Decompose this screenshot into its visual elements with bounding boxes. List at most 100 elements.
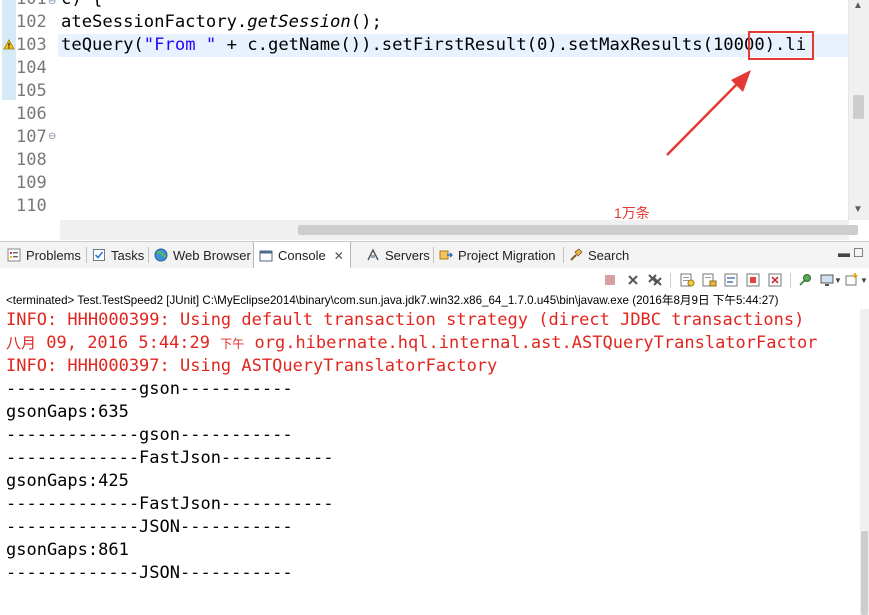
console-line: INFO: HHH000399: Using default transacti… <box>6 310 805 330</box>
string-literal: "From " <box>143 35 217 55</box>
tab-web-browser[interactable]: Web Browser <box>149 242 252 268</box>
toolbar-divider <box>670 273 671 288</box>
remove-all-terminated-button[interactable] <box>646 271 664 289</box>
highlight-box <box>748 31 814 60</box>
word-wrap-button[interactable] <box>722 271 740 289</box>
line-number: 104 <box>16 58 47 78</box>
code-line-103-current[interactable]: teQuery("From " + c.getName()).setFirstR… <box>58 34 849 57</box>
console-vertical-scrollbar[interactable] <box>860 309 869 615</box>
line-number: 101 <box>16 0 52 11</box>
code-editor[interactable]: 101 102 103 104 105 106 107 108 109 110 … <box>0 0 869 240</box>
code-text: ateSessionFactory. <box>61 12 248 32</box>
console-text: 下午 <box>220 337 245 351</box>
chevron-down-icon[interactable]: ▼ <box>834 276 842 285</box>
search-icon <box>568 247 584 263</box>
code-text: teQuery( <box>61 35 144 55</box>
scrollbar-thumb[interactable] <box>298 225 858 235</box>
console-line: gsonGaps:635 <box>6 402 129 422</box>
console-output[interactable]: INFO: HHH000399: Using default transacti… <box>0 309 860 615</box>
line-number: 110 <box>16 196 47 216</box>
minimize-view-icon[interactable]: ▬ <box>838 246 850 260</box>
word-wrap-icon <box>724 273 738 287</box>
line-number: 107 <box>16 127 47 147</box>
console-text: 09, 2016 5:44:29 <box>36 333 221 353</box>
console-line: 八月 09, 2016 5:44:29 下午 org.hibernate.hql… <box>6 332 817 355</box>
console-toolbar: ▼ ▼ <box>0 268 869 292</box>
code-line-101[interactable]: c) { <box>61 0 849 11</box>
maximize-view-icon[interactable]: ☐ <box>853 246 864 260</box>
code-line-102[interactable]: ateSessionFactory.getSession(); <box>61 11 849 34</box>
console-line: gsonGaps:861 <box>6 540 129 560</box>
line-number: 103 <box>16 35 47 55</box>
console-line: -------------gson----------- <box>6 379 293 399</box>
globe-icon <box>153 247 169 263</box>
toolbar-divider <box>790 273 791 288</box>
monitor-icon <box>820 274 834 286</box>
console-line: -------------gson----------- <box>6 425 293 445</box>
remove-all-icon <box>648 274 662 286</box>
editor-horizontal-scrollbar[interactable] <box>60 220 858 240</box>
problems-icon <box>6 247 22 263</box>
console-line: -------------FastJson----------- <box>6 494 334 514</box>
close-icon[interactable]: ✕ <box>334 249 344 263</box>
console-text: org.hibernate.hql.internal.ast.ASTQueryT… <box>244 333 818 353</box>
tab-project-migration[interactable]: Project Migration <box>434 242 562 268</box>
code-text: + c.getName()).setFirstResult(0).setMaxR… <box>216 35 713 55</box>
scrollbar-thumb[interactable] <box>853 95 864 119</box>
tasks-icon <box>91 247 107 263</box>
open-console-button[interactable] <box>843 271 861 289</box>
tab-label: Web Browser <box>173 247 251 263</box>
new-console-icon <box>845 273 858 286</box>
fold-toggle-icon[interactable]: ⊖ <box>48 131 56 142</box>
console-line: -------------JSON----------- <box>6 517 293 537</box>
console-icon <box>258 248 274 264</box>
console-line: gsonGaps:425 <box>6 471 129 491</box>
tab-servers[interactable]: Servers <box>361 242 431 268</box>
warning-marker-icon[interactable] <box>3 39 15 51</box>
show-console-on-error-button[interactable] <box>766 271 784 289</box>
migration-icon <box>438 247 454 263</box>
scroll-lock-icon <box>702 273 717 287</box>
scroll-lock-button[interactable] <box>700 271 718 289</box>
remove-icon <box>628 275 638 285</box>
fold-toggle-icon[interactable]: ⊖ <box>48 0 56 7</box>
show-console-on-output-button[interactable] <box>744 271 762 289</box>
line-number: 106 <box>16 104 47 124</box>
stop-icon <box>605 275 615 285</box>
pin-output-icon <box>746 273 760 287</box>
pin-error-icon <box>768 273 782 287</box>
line-number: 102 <box>16 12 47 32</box>
pin-console-button[interactable] <box>796 271 814 289</box>
console-line: -------------FastJson----------- <box>6 448 334 468</box>
chevron-down-icon[interactable]: ▼ <box>860 276 868 285</box>
method-name: getSession <box>247 12 351 32</box>
tab-label: Problems <box>26 247 81 263</box>
tab-search[interactable]: Search <box>564 242 630 268</box>
terminate-button[interactable] <box>601 271 619 289</box>
console-text: 八月 <box>6 334 37 352</box>
scrollbar-thumb[interactable] <box>861 531 868 615</box>
tab-tasks[interactable]: Tasks <box>87 242 147 268</box>
line-number: 109 <box>16 173 47 193</box>
clear-console-button[interactable] <box>678 271 696 289</box>
tab-label: Project Migration <box>458 247 556 263</box>
views-tab-bar: Problems Tasks Web Browser Console ✕ Ser… <box>0 241 869 269</box>
tab-problems[interactable]: Problems <box>2 242 84 268</box>
tab-label: Tasks <box>111 247 145 263</box>
editor-vertical-scrollbar[interactable]: ▲ ▼ <box>848 0 869 220</box>
servers-icon <box>365 247 381 263</box>
console-line: INFO: HHH000397: Using ASTQueryTranslato… <box>6 356 498 376</box>
clear-icon <box>680 273 695 287</box>
tab-label: Servers <box>385 247 430 263</box>
scroll-down-icon[interactable]: ▼ <box>853 204 863 215</box>
pin-icon <box>799 274 811 286</box>
tab-console[interactable]: Console ✕ <box>253 242 351 269</box>
line-number: 108 <box>16 150 47 170</box>
remove-launch-button[interactable] <box>624 271 642 289</box>
line-number: 105 <box>16 81 47 101</box>
code-text: (); <box>350 12 382 32</box>
process-status-line: <terminated> Test.TestSpeed2 [JUnit] C:\… <box>6 294 779 307</box>
scroll-up-icon[interactable]: ▲ <box>853 0 863 11</box>
tab-label: Console <box>278 248 326 263</box>
tab-label: Search <box>588 247 630 263</box>
